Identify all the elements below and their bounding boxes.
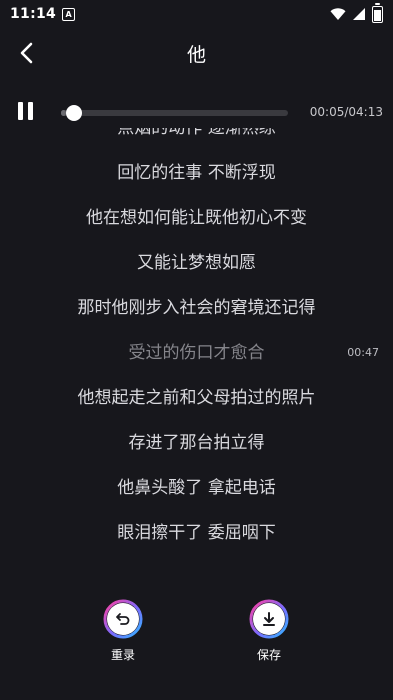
save-icon-circle [249, 599, 289, 639]
lyric-text: 他鼻头酸了 拿起电话 [117, 478, 276, 498]
lyric-text: 受过的伤口才愈合 [128, 343, 265, 363]
lyric-text: 点烟的动作 逐渐熟练 [117, 128, 276, 138]
lyric-text: 眼泪擦干了 委屈咽下 [117, 523, 276, 543]
lyric-line[interactable]: 他在想如何能让既他初心不变 [0, 203, 393, 233]
lyric-timestamp: 00:47 [347, 346, 379, 359]
lyric-text: 那时他刚步入社会的窘境还记得 [77, 298, 316, 318]
lyric-line[interactable]: 回忆的往事 不断浮现 [0, 158, 393, 188]
chevron-left-icon [20, 42, 33, 64]
lyric-text: 他在想如何能让既他初心不变 [86, 208, 307, 228]
progress-slider[interactable] [61, 105, 288, 121]
pause-button[interactable] [15, 100, 37, 122]
wifi-icon [330, 7, 346, 20]
lyric-line-current[interactable]: 受过的伤口才愈合 [0, 338, 393, 368]
lyric-line[interactable]: 存进了那台拍立得 [0, 428, 393, 458]
page-title: 他 [186, 43, 206, 66]
playback-bar: 00:05/04:13 [0, 96, 393, 128]
time-display: 00:05/04:13 [309, 105, 383, 119]
status-time: 11:14 [10, 6, 57, 22]
status-left: 11:14 A [10, 6, 76, 22]
lyric-text: 他想起走之前和父母拍过的照片 [77, 388, 316, 408]
undo-icon [116, 613, 130, 625]
notification-icon: A [62, 7, 76, 21]
top-bar: 他 [0, 28, 393, 78]
lyric-line[interactable]: 他鼻头酸了 拿起电话 [0, 473, 393, 503]
lyric-text: 又能让梦想如愿 [137, 253, 256, 273]
status-right [330, 2, 383, 23]
rerecord-icon-circle [103, 599, 143, 639]
back-button[interactable] [10, 36, 44, 70]
progress-fill [61, 110, 66, 116]
signal-icon [353, 8, 365, 20]
lyric-line[interactable]: 眼泪擦干了 委屈咽下 [0, 518, 393, 548]
lyrics-list[interactable]: 点烟的动作 逐渐熟练回忆的往事 不断浮现他在想如何能让既他初心不变 又能让梦想如愿… [0, 128, 393, 568]
lyric-text: 存进了那台拍立得 [128, 433, 265, 453]
pause-icon-left-bar [18, 102, 23, 120]
lyric-text: 回忆的往事 不断浮现 [117, 163, 276, 183]
battery-icon [372, 2, 383, 23]
lyric-line[interactable]: 那时他刚步入社会的窘境还记得 [0, 293, 393, 323]
lyric-line[interactable]: 他想起走之前和父母拍过的照片 [0, 383, 393, 413]
save-label: 保存 [256, 648, 281, 662]
pause-icon-right-bar [28, 102, 33, 120]
rerecord-button[interactable]: 重录 [93, 599, 153, 663]
download-icon [263, 612, 275, 626]
save-button[interactable]: 保存 [239, 599, 299, 663]
progress-thumb[interactable] [65, 105, 82, 121]
rerecord-label: 重录 [110, 648, 135, 662]
status-bar: 11:14 A [0, 0, 393, 28]
lyric-line[interactable]: 又能让梦想如愿 [0, 248, 393, 278]
lyric-line[interactable]: 点烟的动作 逐渐熟练 [0, 128, 393, 143]
